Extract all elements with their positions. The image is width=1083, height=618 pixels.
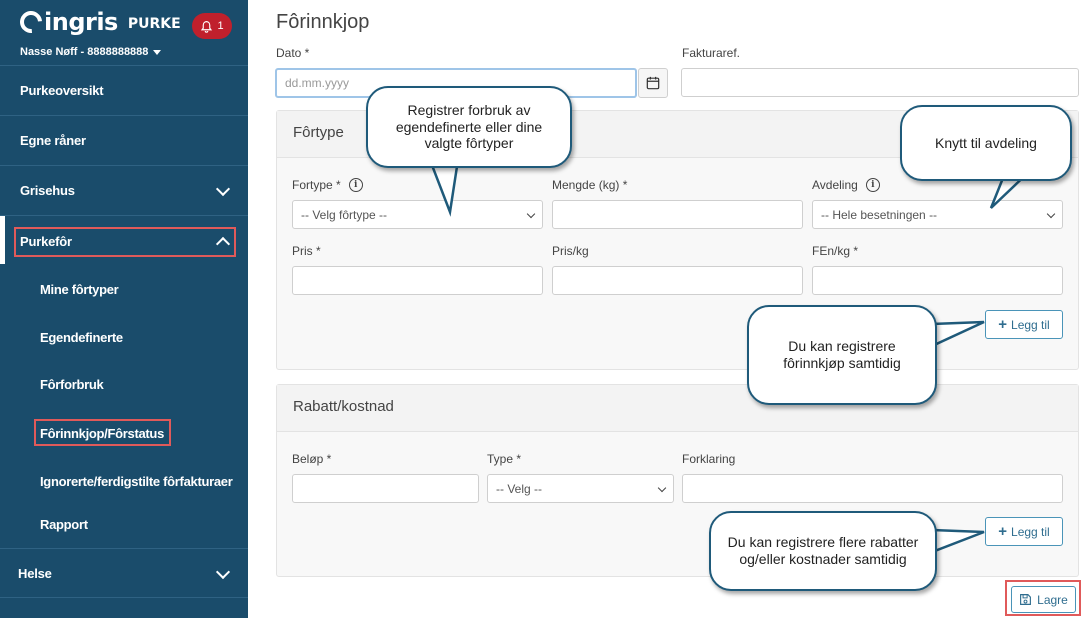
calendar-button[interactable] xyxy=(638,68,668,98)
fen-label: FEn/kg * xyxy=(812,244,859,258)
fortype-select[interactable]: -- Velg fôrtype -- xyxy=(292,200,543,229)
callout-rabatter: Du kan registrere flere rabatter og/elle… xyxy=(709,511,937,591)
card-title: Rabatt/kostnad xyxy=(293,398,394,415)
sidebar-item-purkeoversikt[interactable]: Purkeoversikt xyxy=(0,66,248,116)
pris-label: Pris * xyxy=(292,244,321,258)
sidebar-item-label: Grisehus xyxy=(20,183,75,198)
type-label: Type * xyxy=(487,452,522,466)
sidebar-item-label: Egne råner xyxy=(20,133,86,148)
belop-input[interactable] xyxy=(292,474,479,503)
highlight-box xyxy=(34,419,171,446)
add-label: Legg til xyxy=(1011,317,1050,332)
avdeling-label: Avdeling i xyxy=(812,178,880,192)
page-title: Fôrinnkjop xyxy=(276,11,370,33)
type-select[interactable]: -- Velg -- xyxy=(487,474,674,503)
sidebar-item-helse[interactable]: Helse xyxy=(0,548,248,598)
avdeling-select-value: -- Hele besetningen -- xyxy=(821,207,938,222)
fortype-label: Fortype * i xyxy=(292,178,363,192)
save-button[interactable]: Lagre xyxy=(1011,586,1076,613)
fakturaref-label: Fakturaref. xyxy=(682,46,741,60)
chevron-down-icon xyxy=(215,181,231,197)
bell-icon xyxy=(201,20,213,33)
brand-header: ingris PURKE 1 Nasse Nøff - 8888888888 xyxy=(0,0,248,66)
callout-tail xyxy=(428,160,460,217)
notification-count: 1 xyxy=(217,20,224,32)
sidebar-subitem-ignorerte[interactable]: Ignorerte/ferdigstilte fôrfakturaer xyxy=(40,474,233,489)
pris-input[interactable] xyxy=(292,266,543,295)
add-label: Legg til xyxy=(1011,524,1050,539)
type-select-value: -- Velg -- xyxy=(496,481,543,496)
highlight-box xyxy=(14,227,236,257)
add-rabatt-button[interactable]: + Legg til xyxy=(985,517,1063,546)
callout-samtidig: Du kan registrere fôrinnkjøp samtidig xyxy=(747,305,937,405)
sidebar: ingris PURKE 1 Nasse Nøff - 8888888888 P… xyxy=(0,0,248,618)
sidebar-subitem-rapport[interactable]: Rapport xyxy=(40,517,88,532)
fortype-select-value: -- Velg fôrtype -- xyxy=(301,207,388,222)
calendar-icon xyxy=(646,76,660,90)
mengde-input[interactable] xyxy=(552,200,803,229)
floppy-disk-icon xyxy=(1020,594,1032,605)
chevron-down-icon xyxy=(215,564,231,580)
sidebar-item-egne-raner[interactable]: Egne råner xyxy=(0,116,248,166)
mengde-label: Mengde (kg) * xyxy=(552,178,628,192)
avdeling-label-text: Avdeling xyxy=(812,178,858,192)
card-header: Rabatt/kostnad xyxy=(277,385,1078,432)
logo-text: ingris xyxy=(44,8,118,36)
belop-label: Beløp * xyxy=(292,452,332,466)
plus-icon: + xyxy=(998,316,1008,333)
info-icon[interactable]: i xyxy=(348,178,363,192)
chevron-down-icon xyxy=(657,483,667,493)
fen-input[interactable] xyxy=(812,266,1063,295)
fakturaref-input[interactable] xyxy=(681,68,1079,97)
callout-fortyper: Registrer forbruk av egendefinerte eller… xyxy=(366,86,572,168)
forklaring-label: Forklaring xyxy=(682,452,736,466)
callout-avdeling: Knytt til avdeling xyxy=(900,105,1072,181)
active-indicator xyxy=(0,216,5,264)
logo-mark-icon xyxy=(15,6,47,38)
info-icon[interactable]: i xyxy=(865,178,880,192)
forklaring-input[interactable] xyxy=(682,474,1063,503)
caret-down-icon xyxy=(153,49,162,55)
card-title: Fôrtype xyxy=(293,124,344,141)
pris-kg-input[interactable] xyxy=(552,266,803,295)
chevron-down-icon xyxy=(1046,209,1056,219)
fortype-label-text: Fortype * xyxy=(292,178,341,192)
sidebar-item-grisehus[interactable]: Grisehus xyxy=(0,166,248,216)
callout-tail xyxy=(930,528,985,554)
sidebar-item-label: Purkeoversikt xyxy=(20,83,104,98)
app-name: PURKE xyxy=(127,16,181,32)
chevron-down-icon xyxy=(526,209,536,219)
user-menu[interactable]: Nasse Nøff - 8888888888 xyxy=(20,46,248,58)
save-label: Lagre xyxy=(1037,592,1068,607)
plus-icon: + xyxy=(998,523,1008,540)
sidebar-subitem-mine-fortyper[interactable]: Mine fôrtyper xyxy=(40,282,119,297)
notification-button[interactable]: 1 xyxy=(192,13,232,39)
add-fortype-button[interactable]: + Legg til xyxy=(985,310,1063,339)
callout-tail xyxy=(930,320,985,348)
sidebar-subitem-forforbruk[interactable]: Fôrforbruk xyxy=(40,377,104,392)
dato-label: Dato * xyxy=(276,46,310,60)
pris-kg-label: Pris/kg xyxy=(552,244,589,258)
user-name: Nasse Nøff - 8888888888 xyxy=(20,46,149,58)
sidebar-item-label: Helse xyxy=(18,565,52,581)
sidebar-subitem-egendefinerte[interactable]: Egendefinerte xyxy=(40,330,123,345)
